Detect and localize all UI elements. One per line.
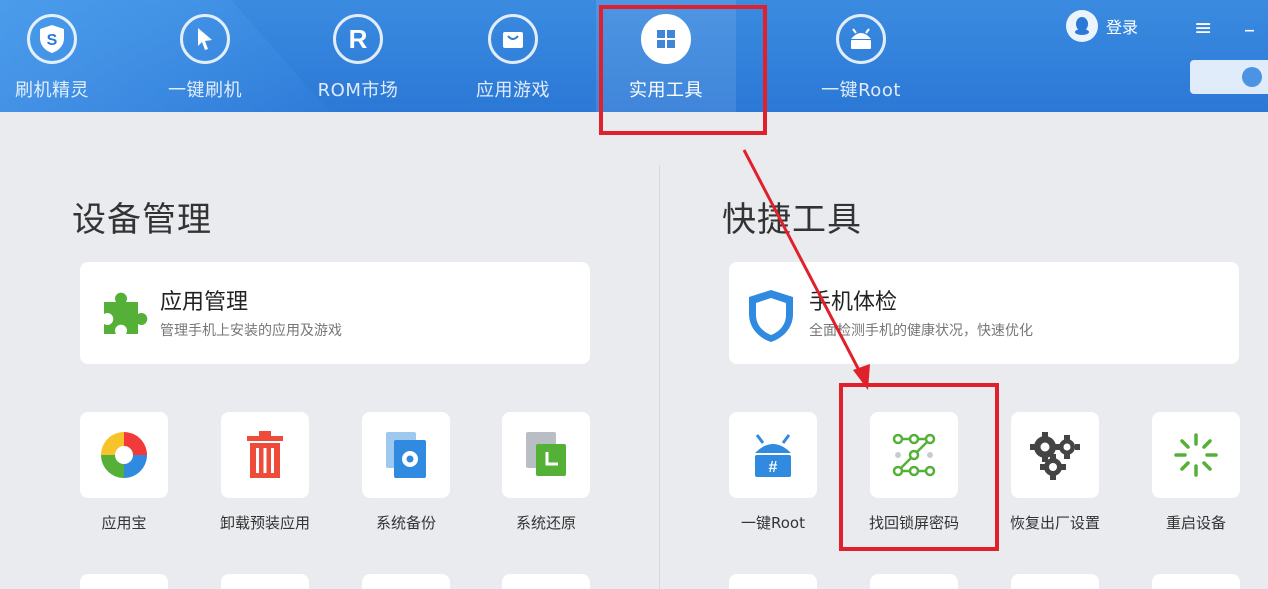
annotation-arrow	[742, 149, 870, 390]
